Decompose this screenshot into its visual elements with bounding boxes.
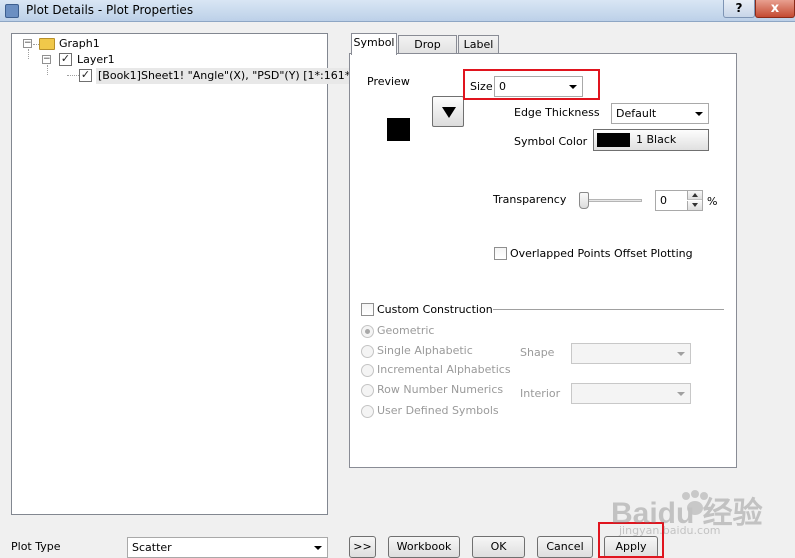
radio-label-row-number-numerics: Row Number Numerics — [377, 383, 504, 396]
radio-incremental-alphabetics[interactable] — [361, 364, 374, 377]
spin-up-icon[interactable] — [687, 191, 702, 200]
symbol-gallery-button[interactable] — [432, 96, 464, 127]
tab-symbol[interactable]: Symbol — [351, 33, 397, 55]
radio-row-number-numerics[interactable] — [361, 384, 374, 397]
edge-thickness-combo[interactable]: Default — [611, 103, 709, 124]
radio-label-incremental-alphabetics: Incremental Alphabetics — [377, 363, 511, 376]
baidu-watermark: Baidu 经验 jingyan.baidu.com — [611, 486, 781, 546]
layer1-checkbox[interactable]: ✓ — [59, 53, 72, 66]
tree-item-graph1[interactable]: Graph1 — [59, 36, 100, 52]
chevron-down-icon — [314, 546, 322, 550]
expand-toggle-icon[interactable]: − — [42, 55, 51, 64]
help-button[interactable]: ? — [723, 0, 755, 18]
tree-connector — [47, 65, 48, 75]
custom-construction-checkbox[interactable] — [361, 303, 374, 316]
close-button[interactable]: x — [755, 0, 795, 18]
chevron-down-icon — [695, 112, 703, 116]
ok-button[interactable]: OK — [472, 536, 525, 558]
expand-button[interactable]: >> — [349, 536, 376, 558]
spin-down-icon[interactable] — [687, 201, 702, 210]
radio-geometric[interactable] — [361, 325, 374, 338]
chevron-down-icon — [677, 392, 685, 396]
plot-type-label: Plot Type — [11, 540, 61, 553]
edge-thickness-value: Default — [616, 107, 657, 120]
edge-thickness-label: Edge Thickness — [514, 106, 600, 119]
folder-icon — [39, 38, 55, 50]
separator-line — [493, 309, 724, 311]
radio-label-user-defined-symbols: User Defined Symbols — [377, 404, 499, 417]
cancel-button[interactable]: Cancel — [537, 536, 593, 558]
window-title: Plot Details - Plot Properties — [26, 3, 194, 17]
interior-combo[interactable] — [571, 383, 691, 404]
watermark-subtext: jingyan.baidu.com — [619, 524, 721, 537]
highlight-box-size — [463, 69, 600, 100]
chevron-down-icon — [677, 352, 685, 356]
symbol-preview — [387, 118, 410, 141]
shape-combo[interactable] — [571, 343, 691, 364]
tree-connector — [28, 49, 29, 59]
workbook-button[interactable]: Workbook — [388, 536, 460, 558]
triangle-down-icon — [442, 107, 456, 118]
title-bar[interactable]: Plot Details - Plot Properties — [0, 0, 795, 22]
radio-user-defined-symbols[interactable] — [361, 405, 374, 418]
symbol-color-label: Symbol Color — [514, 135, 588, 148]
radio-label-geometric: Geometric — [377, 324, 435, 337]
symbol-color-button[interactable]: 1 Black — [593, 129, 709, 151]
shape-label: Shape — [520, 346, 555, 359]
custom-construction-label: Custom Construction — [377, 303, 493, 316]
radio-label-single-alphabetic: Single Alphabetic — [377, 344, 473, 357]
tree-connector — [67, 75, 79, 76]
tab-label[interactable]: Label — [458, 35, 499, 55]
tab-drop-lines[interactable]: Drop Lines — [398, 35, 457, 69]
transparency-unit: % — [707, 195, 718, 208]
interior-label: Interior — [520, 387, 561, 400]
expand-toggle-icon[interactable]: − — [23, 39, 32, 48]
plot-type-value: Scatter — [132, 541, 172, 554]
overlapped-points-checkbox[interactable] — [494, 247, 507, 260]
plot-tree[interactable]: − Graph1 − ✓ Layer1 ✓ [Book1]Sheet1! "An… — [11, 33, 357, 515]
tree-item-layer1[interactable]: Layer1 — [77, 52, 115, 68]
tree-item-dataset[interactable]: [Book1]Sheet1! "Angle"(X), "PSD"(Y) [1*:… — [96, 68, 357, 84]
transparency-slider-track[interactable] — [581, 199, 642, 202]
transparency-label: Transparency — [493, 193, 567, 206]
dataset-checkbox[interactable]: ✓ — [79, 69, 92, 82]
transparency-value: 0 — [660, 194, 667, 207]
overlapped-points-label: Overlapped Points Offset Plotting — [510, 247, 693, 260]
preview-label: Preview — [367, 75, 410, 88]
transparency-slider-thumb[interactable] — [579, 192, 589, 209]
plot-type-combo[interactable]: Scatter — [127, 537, 328, 558]
color-swatch — [597, 133, 630, 147]
symbol-color-value: 1 Black — [636, 133, 677, 146]
app-icon — [5, 4, 19, 18]
transparency-spinner[interactable]: 0 — [655, 190, 703, 211]
radio-single-alphabetic[interactable] — [361, 345, 374, 358]
